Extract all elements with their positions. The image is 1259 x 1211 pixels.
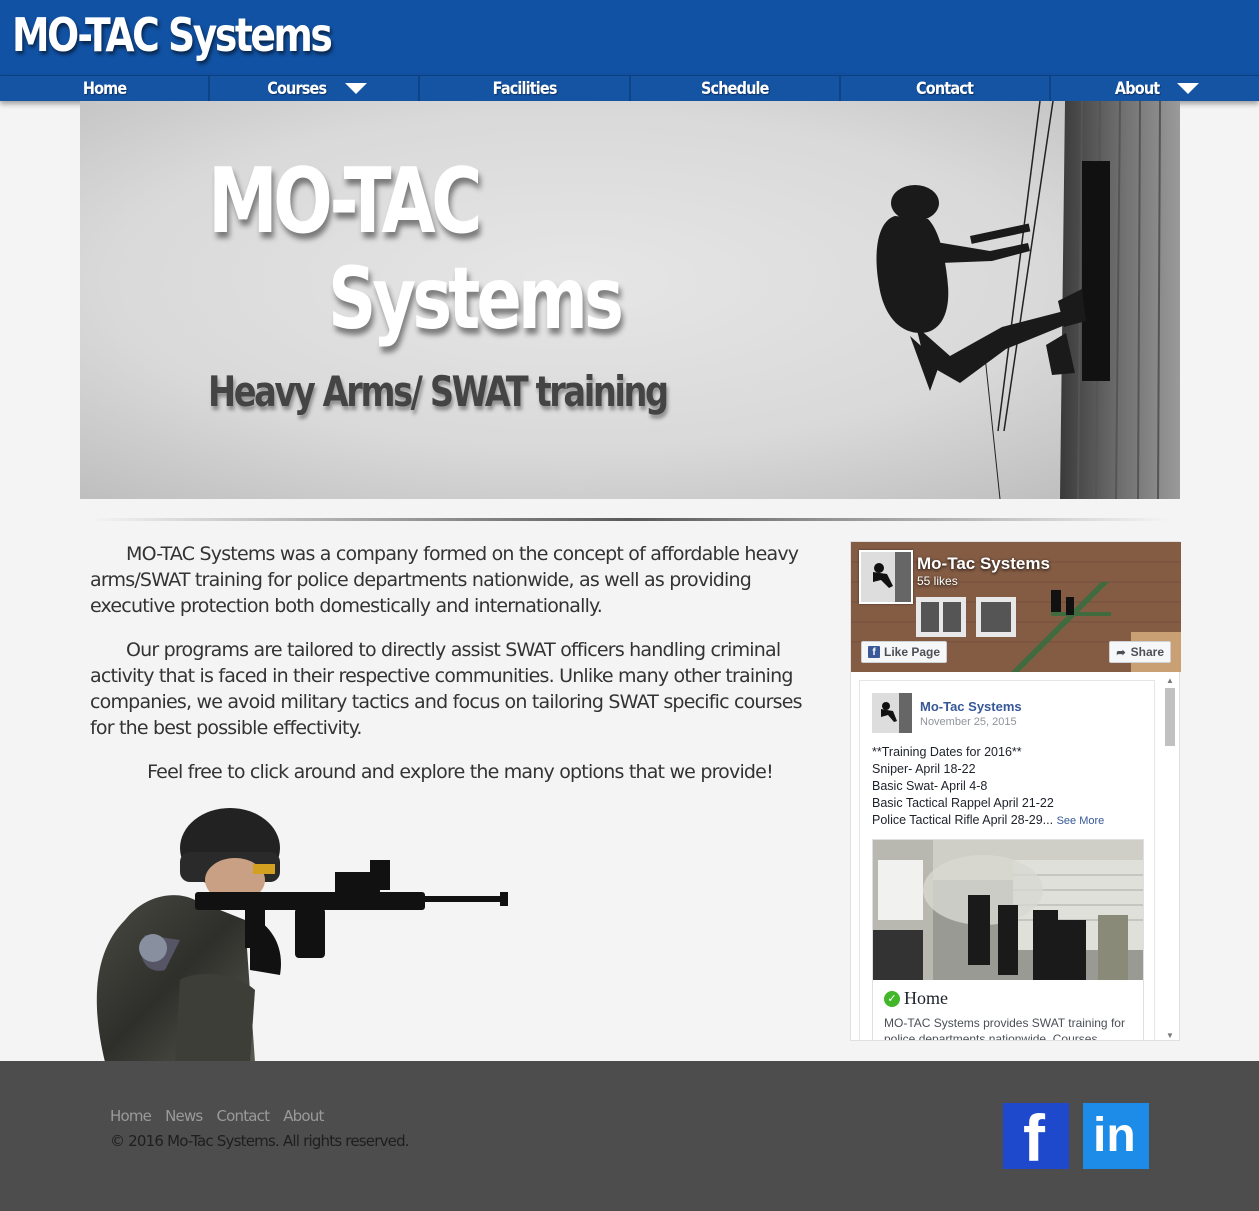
linkedin-glyph: in xyxy=(1093,1109,1136,1162)
see-more-link[interactable]: See More xyxy=(1057,815,1105,827)
attachment-photo xyxy=(873,840,1143,980)
facebook-icon: f xyxy=(868,646,880,658)
nav-item-contact[interactable]: Contact xyxy=(841,76,1051,101)
nav-label: Contact xyxy=(916,78,974,99)
footer-link-contact[interactable]: Contact xyxy=(216,1107,270,1125)
footer-nav: Home News Contact About xyxy=(110,1107,324,1125)
scrollbar-thumb[interactable] xyxy=(1165,688,1175,746)
nav-label: Schedule xyxy=(700,78,770,99)
facebook-cover: Mo-Tac Systems 55 likes f Like Page ➦ Sh… xyxy=(851,542,1181,672)
post-line: Sniper- April 18-22 xyxy=(872,762,976,776)
scroll-down-icon[interactable]: ▼ xyxy=(1166,1031,1174,1040)
post-line-last: Police Tactical Rifle April 28-29... See… xyxy=(872,812,1148,830)
nav-label: Facilities xyxy=(492,78,557,99)
section-divider xyxy=(90,518,1170,521)
intro-text: MO-TAC Systems was a company formed on t… xyxy=(90,541,830,803)
post-line: Police Tactical Rifle April 28-29... xyxy=(872,813,1054,827)
attachment-description: MO-TAC Systems provides SWAT training fo… xyxy=(884,1016,1125,1040)
hero-banner: MO-TAC Systems Heavy Arms/ SWAT training xyxy=(80,101,1180,499)
swat-officer-image xyxy=(96,808,508,1062)
chevron-down-icon xyxy=(344,83,367,94)
hero-subtitle: Heavy Arms/ SWAT training xyxy=(208,367,669,416)
linkedin-link-icon[interactable]: in xyxy=(1083,1103,1149,1169)
post-author[interactable]: Mo-Tac Systems xyxy=(920,699,1022,714)
nav-item-schedule[interactable]: Schedule xyxy=(631,76,841,101)
main-nav: Home Courses Facilities Schedule Contact… xyxy=(0,75,1259,101)
facebook-likes-count: 55 likes xyxy=(917,574,958,588)
intro-callout: Feel free to click around and explore th… xyxy=(147,761,774,783)
post-line: Basic Tactical Rappel April 21-22 xyxy=(872,796,1054,810)
attachment-title-text: Home xyxy=(904,988,948,1008)
nav-item-courses[interactable]: Courses xyxy=(210,76,421,101)
post-date[interactable]: November 25, 2015 xyxy=(920,716,1017,728)
like-page-button[interactable]: f Like Page xyxy=(861,641,948,663)
nav-label: About xyxy=(1114,78,1160,99)
facebook-avatar[interactable] xyxy=(859,550,913,604)
facebook-feed[interactable]: Mo-Tac Systems November 25, 2015 **Train… xyxy=(859,680,1155,1040)
check-icon: ✓ xyxy=(884,990,900,1007)
hero-title-line1: MO-TAC xyxy=(208,149,483,254)
post-line: Basic Swat- April 4-8 xyxy=(872,779,988,793)
facebook-page-name[interactable]: Mo-Tac Systems xyxy=(917,554,1050,574)
share-label: Share xyxy=(1130,645,1164,659)
feed-scrollbar[interactable]: ▲ ▼ xyxy=(1163,676,1177,1040)
site-logo[interactable]: MO-TAC Systems xyxy=(12,8,333,62)
hero-title-line2: Systems xyxy=(328,249,624,349)
nav-item-facilities[interactable]: Facilities xyxy=(420,76,631,101)
copyright-text: © 2016 Mo-Tac Systems. All rights reserv… xyxy=(110,1132,410,1150)
footer-link-home[interactable]: Home xyxy=(110,1107,152,1125)
nav-item-about[interactable]: About xyxy=(1051,76,1259,101)
nav-item-home[interactable]: Home xyxy=(0,76,211,101)
share-icon: ➦ xyxy=(1116,646,1126,659)
facebook-link-icon[interactable]: f xyxy=(1003,1101,1069,1175)
facebook-glyph: f xyxy=(1023,1101,1045,1175)
nav-label: Courses xyxy=(266,78,327,99)
share-button[interactable]: ➦ Share xyxy=(1109,641,1171,663)
intro-paragraph: MO-TAC Systems was a company formed on t… xyxy=(90,543,799,617)
like-page-label: Like Page xyxy=(884,645,941,659)
facebook-page-widget: Mo-Tac Systems 55 likes f Like Page ➦ Sh… xyxy=(850,541,1181,1041)
footer-link-news[interactable]: News xyxy=(165,1107,203,1125)
post-avatar[interactable] xyxy=(872,693,912,733)
nav-label: Home xyxy=(82,78,126,99)
post-attachment[interactable]: ✓ Home MO-TAC Systems provides SWAT trai… xyxy=(872,839,1144,1040)
intro-paragraph: Our programs are tailored to directly as… xyxy=(90,639,803,739)
post-line: **Training Dates for 2016** xyxy=(872,745,1022,759)
attachment-title[interactable]: ✓ Home xyxy=(884,988,948,1009)
site-header: MO-TAC Systems xyxy=(0,0,1259,75)
scroll-up-icon[interactable]: ▲ xyxy=(1166,676,1174,685)
site-footer: Home News Contact About © 2016 Mo-Tac Sy… xyxy=(0,1061,1259,1211)
footer-link-about[interactable]: About xyxy=(283,1107,324,1125)
post-body: **Training Dates for 2016** Sniper- Apri… xyxy=(872,744,1148,830)
rappelling-officer-image xyxy=(876,101,1180,499)
chevron-down-icon xyxy=(1177,83,1200,94)
